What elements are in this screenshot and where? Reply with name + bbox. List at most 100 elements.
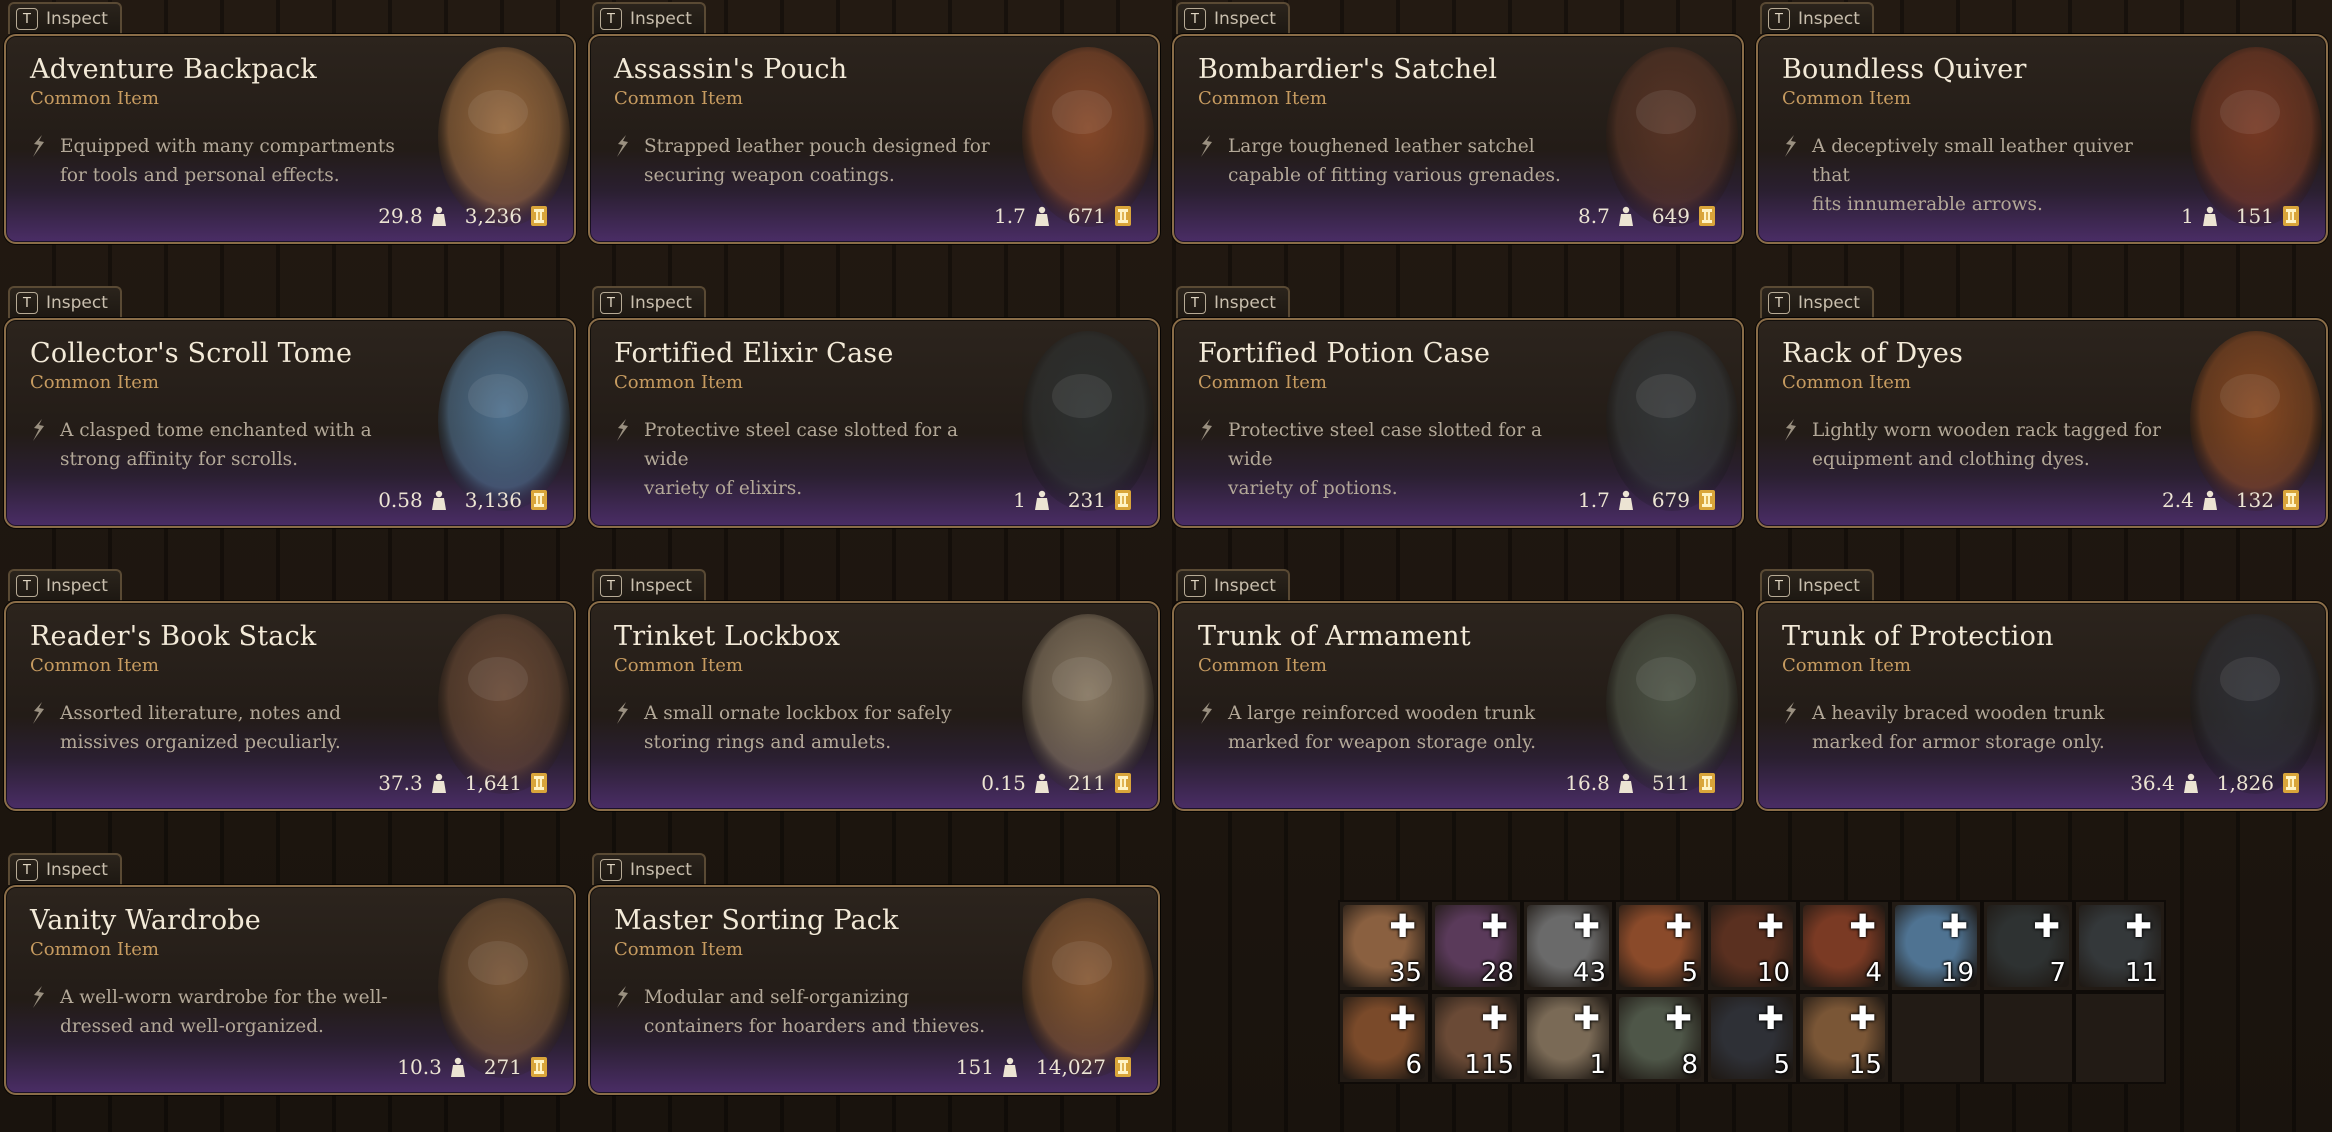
inspect-button[interactable]: T Inspect: [592, 2, 706, 34]
item-stats: 37.3 1,641: [378, 771, 548, 795]
description-line: A small ornate lockbox for safely: [644, 703, 952, 724]
item-card[interactable]: T Inspect Trunk of Armament Common Item …: [1168, 567, 1746, 817]
weight-value: 0.58: [378, 488, 423, 512]
inspect-button[interactable]: T Inspect: [1176, 286, 1290, 318]
item-tooltip: Fortified Potion Case Common Item Protec…: [1172, 318, 1744, 528]
item-description: Protective steel case slotted for a wide…: [1228, 416, 1588, 503]
inspect-button[interactable]: T Inspect: [8, 853, 122, 885]
keybind-badge: T: [1768, 292, 1790, 314]
inventory-slot[interactable]: [1890, 992, 1982, 1084]
description-line: Large toughened leather satchel: [1228, 136, 1535, 157]
weight-value: 0.15: [981, 771, 1026, 795]
description-line: A well-worn wardrobe for the well-: [60, 987, 388, 1008]
weight-icon: [1618, 773, 1633, 793]
inventory-slot[interactable]: ✚ 28: [1430, 900, 1522, 992]
inspect-label: Inspect: [630, 576, 692, 596]
item-description: Large toughened leather satchel capable …: [1228, 132, 1588, 190]
item-stats: 36.4 1,826: [2130, 771, 2300, 795]
item-title: Fortified Potion Case: [1198, 338, 1491, 369]
item-tooltip: Bombardier's Satchel Common Item Large t…: [1172, 34, 1744, 244]
item-description: A large reinforced wooden trunk marked f…: [1228, 699, 1588, 757]
plus-icon: ✚: [1573, 999, 1600, 1037]
inspect-button[interactable]: T Inspect: [592, 853, 706, 885]
gold-icon: [1699, 206, 1715, 226]
item-description: Modular and self-organizing containers f…: [644, 983, 1004, 1041]
inspect-button[interactable]: T Inspect: [8, 569, 122, 601]
inspect-label: Inspect: [1214, 293, 1276, 313]
inventory-slot[interactable]: ✚ 19: [1890, 900, 1982, 992]
inspect-button[interactable]: T Inspect: [1176, 2, 1290, 34]
inventory-slot[interactable]: ✚ 35: [1338, 900, 1430, 992]
inspect-button[interactable]: T Inspect: [1760, 569, 1874, 601]
stack-count: 5: [1681, 958, 1698, 988]
keybind-badge: T: [1768, 575, 1790, 597]
inspect-button[interactable]: T Inspect: [1760, 2, 1874, 34]
item-rarity: Common Item: [30, 88, 159, 109]
quill-icon: [1201, 419, 1212, 441]
description-line: containers for hoarders and thieves.: [644, 1016, 986, 1037]
keybind-badge: T: [600, 292, 622, 314]
description-line: Strapped leather pouch designed for: [644, 136, 990, 157]
inventory-slot[interactable]: ✚ 5: [1614, 900, 1706, 992]
inventory-slot[interactable]: ✚ 5: [1706, 992, 1798, 1084]
description-line: missives organized peculiarly.: [60, 732, 341, 753]
weight-icon: [2183, 773, 2198, 793]
item-card[interactable]: T Inspect Assassin's Pouch Common Item S…: [584, 0, 1162, 250]
inventory-slot[interactable]: [2074, 992, 2166, 1084]
item-card[interactable]: T Inspect Reader's Book Stack Common Ite…: [0, 567, 578, 817]
quill-icon: [33, 419, 44, 441]
inventory-slot[interactable]: ✚ 43: [1522, 900, 1614, 992]
inventory-slot[interactable]: ✚ 1: [1522, 992, 1614, 1084]
description-line: A heavily braced wooden trunk: [1812, 703, 2105, 724]
weight-icon: [431, 773, 446, 793]
inspect-label: Inspect: [630, 860, 692, 880]
gold-value: 671: [1067, 204, 1106, 228]
item-card[interactable]: T Inspect Collector's Scroll Tome Common…: [0, 284, 578, 534]
description-line: securing weapon coatings.: [644, 165, 895, 186]
item-card[interactable]: T Inspect Boundless Quiver Common Item A…: [1752, 0, 2330, 250]
item-card[interactable]: T Inspect Fortified Potion Case Common I…: [1168, 284, 1746, 534]
stack-count: 35: [1388, 958, 1422, 988]
inventory-slot[interactable]: ✚ 11: [2074, 900, 2166, 992]
item-rarity: Common Item: [30, 655, 159, 676]
item-card[interactable]: T Inspect Fortified Elixir Case Common I…: [584, 284, 1162, 534]
weight-icon: [2202, 206, 2217, 226]
description-line: Assorted literature, notes and: [60, 703, 342, 724]
stack-count: 8: [1681, 1050, 1698, 1080]
inventory-slot[interactable]: [1982, 992, 2074, 1084]
inventory-slot[interactable]: ✚ 8: [1614, 992, 1706, 1084]
inventory-slot[interactable]: ✚ 7: [1982, 900, 2074, 992]
item-title: Master Sorting Pack: [614, 905, 899, 936]
inventory-slot[interactable]: ✚ 6: [1338, 992, 1430, 1084]
item-card[interactable]: T Inspect Rack of Dyes Common Item Light…: [1752, 284, 2330, 534]
gold-value: 679: [1651, 488, 1690, 512]
weight-icon: [1034, 206, 1049, 226]
item-card[interactable]: T Inspect Adventure Backpack Common Item…: [0, 0, 578, 250]
plus-icon: ✚: [1389, 907, 1416, 945]
item-stats: 0.58 3,136: [378, 488, 548, 512]
item-card[interactable]: T Inspect Bombardier's Satchel Common It…: [1168, 0, 1746, 250]
inventory-slot[interactable]: ✚ 10: [1706, 900, 1798, 992]
inspect-button[interactable]: T Inspect: [592, 569, 706, 601]
item-card[interactable]: T Inspect Vanity Wardrobe Common Item A …: [0, 851, 578, 1101]
item-rarity: Common Item: [30, 372, 159, 393]
inspect-button[interactable]: T Inspect: [1176, 569, 1290, 601]
inspect-button[interactable]: T Inspect: [1760, 286, 1874, 318]
inventory-slot[interactable]: ✚ 15: [1798, 992, 1890, 1084]
inventory-slot[interactable]: ✚ 4: [1798, 900, 1890, 992]
item-card[interactable]: T Inspect Master Sorting Pack Common Ite…: [584, 851, 1162, 1101]
gold-value: 14,027: [1036, 1055, 1106, 1079]
gold-value: 271: [483, 1055, 522, 1079]
inventory-slot[interactable]: ✚ 115: [1430, 992, 1522, 1084]
inspect-button[interactable]: T Inspect: [592, 286, 706, 318]
inspect-label: Inspect: [46, 860, 108, 880]
item-card[interactable]: T Inspect Trinket Lockbox Common Item A …: [584, 567, 1162, 817]
quill-icon: [1201, 702, 1212, 724]
item-card[interactable]: T Inspect Trunk of Protection Common Ite…: [1752, 567, 2330, 817]
description-line: fits innumerable arrows.: [1812, 194, 2043, 215]
inspect-button[interactable]: T Inspect: [8, 286, 122, 318]
item-stats: 0.15 211: [981, 771, 1132, 795]
item-stats: 1.7 671: [994, 204, 1132, 228]
item-tooltip: Master Sorting Pack Common Item Modular …: [588, 885, 1160, 1095]
inspect-button[interactable]: T Inspect: [8, 2, 122, 34]
